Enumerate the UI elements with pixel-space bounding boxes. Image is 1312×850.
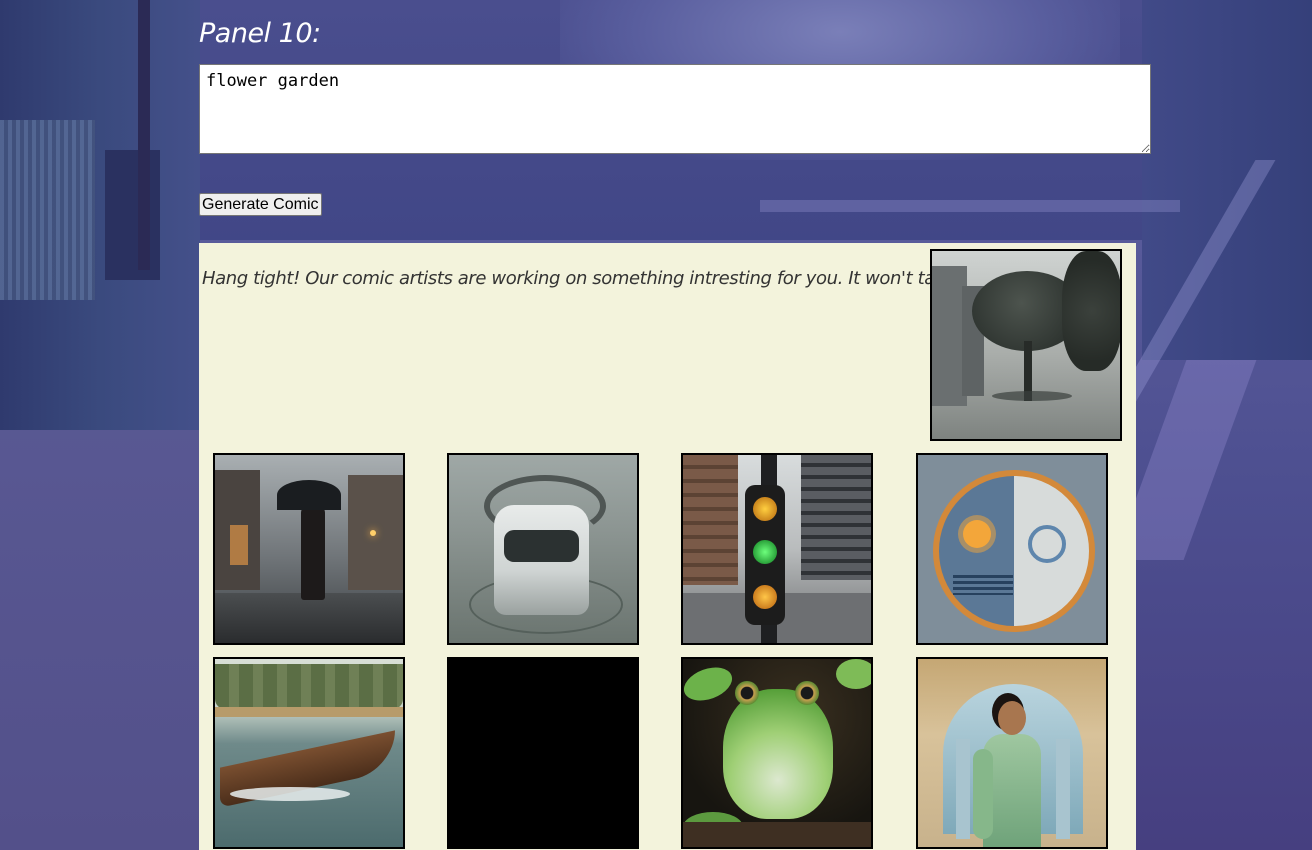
panel-label: Panel 10: xyxy=(199,18,321,49)
frog-eye xyxy=(795,681,819,705)
woman-figure xyxy=(301,505,325,600)
woman-head xyxy=(998,701,1026,735)
ground xyxy=(683,822,871,847)
column xyxy=(956,739,970,839)
comic-image-tree xyxy=(930,249,1122,441)
window-light xyxy=(230,525,248,565)
wet-street xyxy=(215,593,403,643)
building xyxy=(683,455,738,585)
umbrella xyxy=(277,480,341,510)
comic-image-boat xyxy=(213,657,405,849)
windshield xyxy=(504,530,579,562)
sun xyxy=(963,520,991,548)
panel-prompt-input[interactable] xyxy=(199,64,1151,154)
comic-image-traffic-lights xyxy=(681,453,873,645)
generate-comic-button[interactable]: Generate Comic xyxy=(199,193,322,216)
emblem-ring xyxy=(933,470,1095,632)
amber-light xyxy=(753,497,777,521)
leaf xyxy=(683,661,737,707)
comic-image-black xyxy=(447,657,639,849)
puddle xyxy=(992,391,1072,401)
trees xyxy=(215,664,403,709)
comic-image-frog xyxy=(681,657,873,849)
frog-eye xyxy=(735,681,759,705)
street-lamp xyxy=(370,530,376,536)
foam xyxy=(230,787,350,801)
comic-image-car xyxy=(447,453,639,645)
column xyxy=(1056,739,1070,839)
building xyxy=(801,455,871,580)
comic-image-woman-temple xyxy=(916,657,1108,849)
comic-generator: Panel 10: Generate Comic Hang tight! Our… xyxy=(0,0,1312,850)
leaf xyxy=(836,659,871,689)
comic-image-umbrella xyxy=(213,453,405,645)
green-light xyxy=(753,540,777,564)
moon xyxy=(1028,525,1066,563)
tree-crown xyxy=(1062,251,1120,371)
sari-drape xyxy=(973,749,993,839)
amber-light xyxy=(753,585,777,609)
river-bank xyxy=(215,707,403,717)
comic-result-panel: Hang tight! Our comic artists are workin… xyxy=(199,243,1136,850)
loading-message: Hang tight! Our comic artists are workin… xyxy=(202,268,1005,289)
frog-body xyxy=(723,689,833,819)
comic-image-sun-moon xyxy=(916,453,1108,645)
waves xyxy=(953,575,1013,595)
